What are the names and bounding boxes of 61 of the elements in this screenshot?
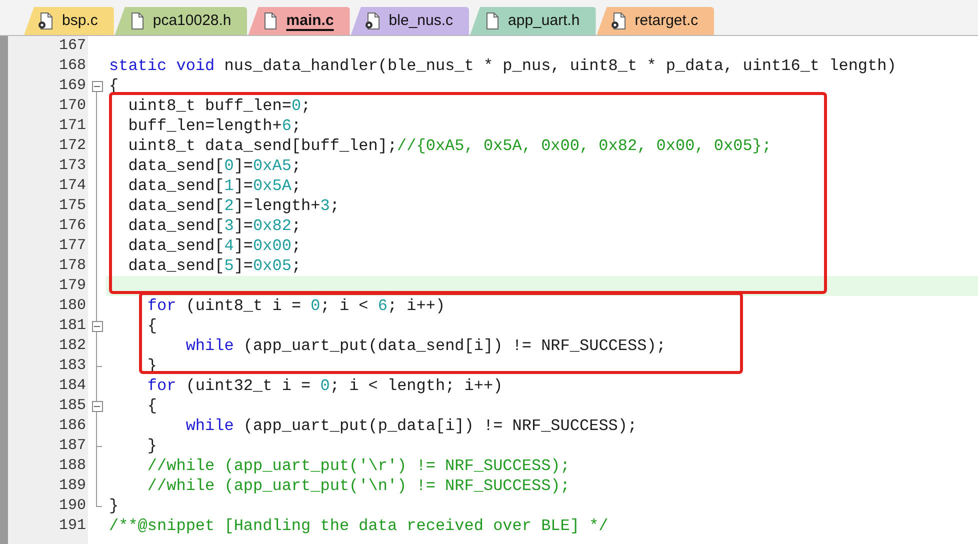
line-number: 184 [58,376,86,396]
code-line: /**@snippet [Handling the data received over BLE] */ [109,516,608,536]
line-number: 171 [58,116,86,136]
line-number: 188 [58,456,86,476]
line-number: 180 [58,296,86,316]
fold-toggle-icon[interactable] [92,400,102,412]
line-number: 172 [58,136,86,156]
code-line: //while (app_uart_put('\n') != NRF_SUCCESS); [146,476,570,496]
code-line: //while (app_uart_put('\r') != NRF_SUCCESS); [146,456,570,476]
code-line: data_send[0]=0xA5; [127,156,302,176]
line-number: 181 [58,316,86,336]
line-number: 189 [58,476,86,496]
line-number: 186 [58,416,86,436]
file-tab[interactable]: main.c [248,7,350,35]
code-line: buff_len=length+6; [127,116,302,136]
line-number: 182 [58,336,86,356]
file-tab[interactable]: retarget.c [596,7,714,35]
line-number: 183 [58,356,86,376]
line-number: 167 [58,36,86,56]
line-number: 185 [58,396,86,416]
gear-file-icon [38,12,54,30]
line-number: 176 [58,216,86,236]
code-line: { [146,396,158,416]
code-line: while (app_uart_put(data_send[i]) != NRF_SUCCESS); [184,336,666,356]
line-number: 170 [58,96,86,116]
code-line: uint8_t data_send[buff_len];//{0xA5, 0x5A, 0x00, 0x82, 0x00, 0x05}; [127,136,772,156]
file-tab[interactable]: pca10028.h [114,7,248,35]
code-line: { [146,316,158,336]
file-icon [484,12,500,30]
line-number: 178 [58,256,86,276]
line-number: 168 [58,56,86,76]
line-number: 174 [58,176,86,196]
code-line: static void nus_data_handler(ble_nus_t * p_nus, uint8_t * p_data, uint16_t length) [109,56,896,76]
code-line: data_send[2]=length+3; [127,196,340,216]
file-icon [128,12,145,30]
fold-toggle-icon[interactable] [92,80,102,92]
line-number: 169 [58,76,86,96]
code-line: for (uint32_t i = 0; i < length; i++) [146,376,503,396]
gear-file-icon [364,12,381,30]
code-line: data_send[4]=0x00; [127,236,302,256]
code-line: uint8_t buff_len=0; [127,96,311,116]
line-number: 191 [58,516,86,536]
file-tab[interactable]: ble_nus.c [350,7,470,35]
code-line: for (uint8_t i = 0; i < 6; i++) [146,296,446,316]
file-tab[interactable]: app_uart.h [470,7,596,35]
code-line: } [109,496,119,516]
code-line: data_send[5]=0x05; [127,256,302,276]
code-line: data_send[1]=0x5A; [127,176,302,196]
gear-file-icon [610,12,627,30]
line-number: 187 [58,436,86,456]
code-line: while (app_uart_put(p_data[i]) != NRF_SUCCESS); [184,416,638,436]
line-number: 175 [58,196,86,216]
code-line: data_send[3]=0x82; [127,216,302,236]
code-line: } [146,436,158,456]
file-icon [262,12,278,30]
line-number: 179 [58,276,86,296]
line-number: 173 [58,156,86,176]
file-tab[interactable]: bsp.c [24,7,114,35]
fold-toggle-icon[interactable] [92,320,102,332]
line-number: 177 [58,236,86,256]
line-number: 190 [58,496,86,516]
